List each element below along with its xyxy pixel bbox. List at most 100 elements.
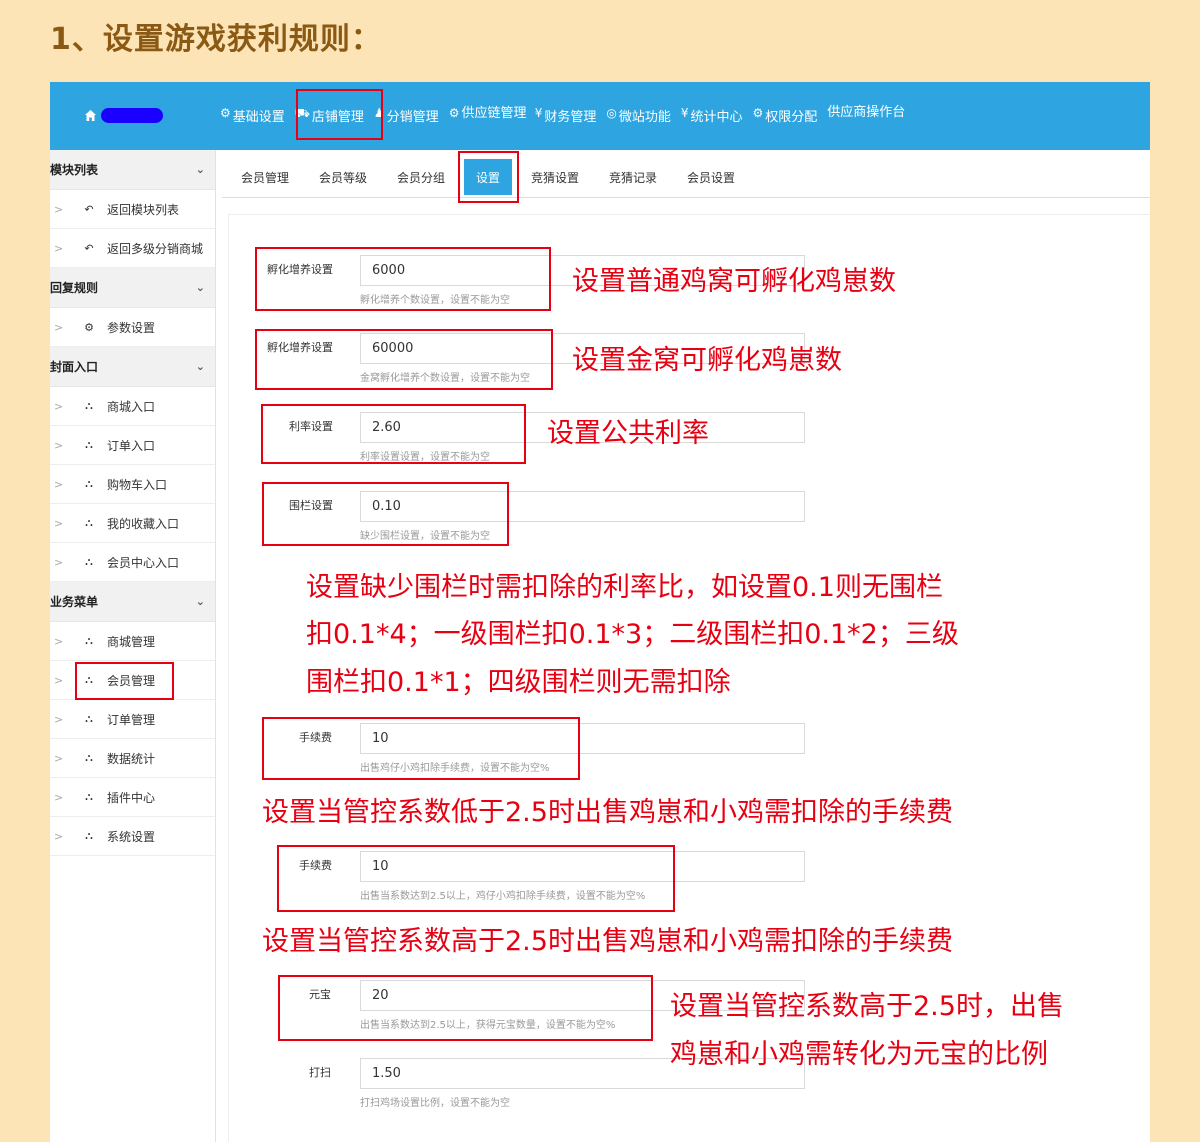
top-bar: ⚙ 基础设置 ⛟ 店铺管理 ♟ 分销管理 ⚙ 供应链管理 ¥ 财务管理 ◎ 微站功能 ¥ 统计…: [50, 82, 1150, 150]
chevron-down-icon: ⌄: [195, 360, 205, 373]
sitemap-icon: ⛬: [85, 712, 93, 725]
chevron-right-icon: >: [54, 399, 64, 413]
annotation-ingot-line1: 设置当管控系数高于2.5时，出售: [670, 991, 1064, 1022]
chevron-right-icon: >: [54, 241, 64, 255]
tab-member-level[interactable]: 会员等级: [308, 156, 378, 198]
nav-label: 基础设置: [232, 110, 285, 125]
highlight-settings-tab: [458, 151, 519, 203]
sidebar-item-order-management[interactable]: > ⛬ 订单管理: [50, 700, 215, 739]
annotation-fence-line2: 扣0.1*4；一级围栏扣0.1*3；二级围栏扣0.1*2；三级: [306, 619, 959, 650]
tab-guess-settings[interactable]: 竞猜设置: [520, 156, 590, 198]
brand[interactable]: [84, 108, 163, 123]
chevron-right-icon: >: [54, 634, 64, 648]
sidebar: 模块列表 ⌄ > ↶ 返回模块列表 > ↶ 返回多级分销商城 回复规则 ⌄ > ⚙ 参数设置 封…: [50, 150, 216, 1142]
sidebar-item-cart-entry[interactable]: > ⛬ 购物车入口: [50, 465, 215, 504]
sidebar-group-business-menu[interactable]: 业务菜单 ⌄: [50, 582, 215, 622]
sidebar-item-label: 购物车入口: [107, 477, 168, 492]
nav-permissions[interactable]: ⚙ 权限分配: [753, 106, 818, 125]
chevron-right-icon: >: [54, 202, 64, 216]
chevron-right-icon: >: [54, 438, 64, 452]
annotation-fee-high: 设置当管控系数高于2.5时出售鸡崽和小鸡需扣除的手续费: [262, 926, 953, 957]
tab-guess-records[interactable]: 竞猜记录: [598, 156, 668, 198]
highlight-store-management: [296, 89, 383, 140]
sitemap-icon: ⛬: [85, 399, 93, 412]
chevron-right-icon: >: [54, 516, 64, 530]
annotation-fence-line1: 设置缺少围栏时需扣除的利率比，如设置0.1则无围栏: [306, 572, 943, 603]
sidebar-item-params[interactable]: > ⚙ 参数设置: [50, 308, 215, 347]
sitemap-icon: ⛬: [85, 477, 93, 490]
tab-member-group[interactable]: 会员分组: [386, 156, 456, 198]
sidebar-item-label: 返回模块列表: [107, 202, 180, 217]
sitemap-icon: ⛬: [85, 790, 93, 803]
chevron-down-icon: ⌄: [195, 281, 205, 294]
page-heading: 1、设置游戏获利规则：: [50, 22, 382, 57]
sidebar-item-mall-management[interactable]: > ⛬ 商城管理: [50, 622, 215, 661]
yen-icon: ¥: [534, 106, 543, 120]
yen-icon: ¥: [680, 106, 689, 120]
chevron-right-icon: >: [54, 477, 64, 491]
tab-bar: 会员管理 会员等级 会员分组 设置 竞猜设置 竞猜记录 会员设置: [222, 156, 1150, 198]
sidebar-item-label: 订单管理: [107, 712, 156, 727]
nav-basic-settings[interactable]: ⚙ 基础设置: [220, 106, 285, 125]
nav-statistics[interactable]: ¥ 统计中心: [681, 106, 743, 125]
nav-label: 统计中心: [690, 110, 743, 125]
highlight-interest-field: [261, 404, 526, 464]
sidebar-item-label: 插件中心: [107, 790, 156, 805]
sidebar-item-plugin-center[interactable]: > ⛬ 插件中心: [50, 778, 215, 817]
chevron-right-icon: >: [54, 320, 64, 334]
redacted-brand-name: [101, 108, 163, 123]
nav-label: 供应商操作台: [827, 105, 906, 120]
sidebar-item-label: 返回多级分销商城: [107, 241, 204, 256]
sidebar-item-member-center-entry[interactable]: > ⛬ 会员中心入口: [50, 543, 215, 582]
sitemap-icon: ⛬: [85, 438, 93, 451]
sidebar-item-back-modules[interactable]: > ↶ 返回模块列表: [50, 190, 215, 229]
sidebar-item-data-stats[interactable]: > ⛬ 数据统计: [50, 739, 215, 778]
chevron-right-icon: >: [54, 673, 64, 687]
sidebar-item-mall-entry[interactable]: > ⛬ 商城入口: [50, 387, 215, 426]
group-title: 封面入口: [50, 360, 99, 374]
sidebar-item-label: 参数设置: [107, 320, 156, 335]
chevron-right-icon: >: [54, 829, 64, 843]
gear-icon: ⚙: [220, 106, 231, 120]
nav-distribution-management[interactable]: ♟ 分销管理: [374, 106, 439, 125]
tab-member-settings[interactable]: 会员设置: [676, 156, 746, 198]
nav-label: 供应链管理: [461, 106, 527, 121]
sitemap-icon: ⛬: [85, 634, 93, 647]
highlight-hatch-field: [255, 247, 551, 311]
nav-supplier-console[interactable]: 供应商操作台: [827, 104, 905, 125]
gear-icon: ⚙: [752, 106, 764, 120]
home-icon: [85, 110, 96, 121]
sidebar-item-label: 商城入口: [107, 399, 156, 414]
chevron-right-icon: >: [54, 712, 64, 726]
annotation-gold-hatch: 设置金窝可孵化鸡崽数: [572, 345, 842, 376]
sidebar-item-label: 会员中心入口: [107, 555, 180, 570]
nav-microsite[interactable]: ◎ 微站功能: [606, 106, 671, 125]
annotation-interest: 设置公共利率: [547, 418, 709, 449]
sidebar-group-cover-entry[interactable]: 封面入口 ⌄: [50, 347, 215, 387]
gear-icon: ⚙: [84, 320, 94, 334]
group-title: 业务菜单: [50, 595, 99, 609]
annotation-fence-line3: 围栏扣0.1*1；四级围栏则无需扣除: [306, 667, 731, 698]
nav-label: 微站功能: [618, 110, 671, 125]
reply-icon: ↶: [84, 241, 94, 255]
sitemap-icon: ⛬: [85, 829, 93, 842]
sidebar-item-favorites-entry[interactable]: > ⛬ 我的收藏入口: [50, 504, 215, 543]
highlight-ingot-field: [278, 975, 653, 1041]
sidebar-item-order-entry[interactable]: > ⛬ 订单入口: [50, 426, 215, 465]
sidebar-group-reply-rules[interactable]: 回复规则 ⌄: [50, 268, 215, 308]
chevron-right-icon: >: [54, 790, 64, 804]
reply-icon: ↶: [84, 202, 94, 216]
sidebar-group-modules[interactable]: 模块列表 ⌄: [50, 150, 215, 190]
field-label: 打扫: [309, 1066, 331, 1079]
nav-supply-chain[interactable]: ⚙ 供应链管理: [448, 104, 527, 125]
chevron-right-icon: >: [54, 751, 64, 765]
tab-member-management[interactable]: 会员管理: [230, 156, 300, 198]
sidebar-item-system-settings[interactable]: > ⛬ 系统设置: [50, 817, 215, 856]
group-title: 回复规则: [50, 281, 99, 295]
sidebar-item-back-mall[interactable]: > ↶ 返回多级分销商城: [50, 229, 215, 268]
sidebar-item-label: 我的收藏入口: [107, 516, 180, 531]
highlight-member-management: [75, 662, 174, 700]
nav-finance[interactable]: ¥ 财务管理: [535, 106, 597, 125]
cogs-icon: ⚙: [448, 106, 460, 120]
group-title: 模块列表: [50, 163, 99, 177]
